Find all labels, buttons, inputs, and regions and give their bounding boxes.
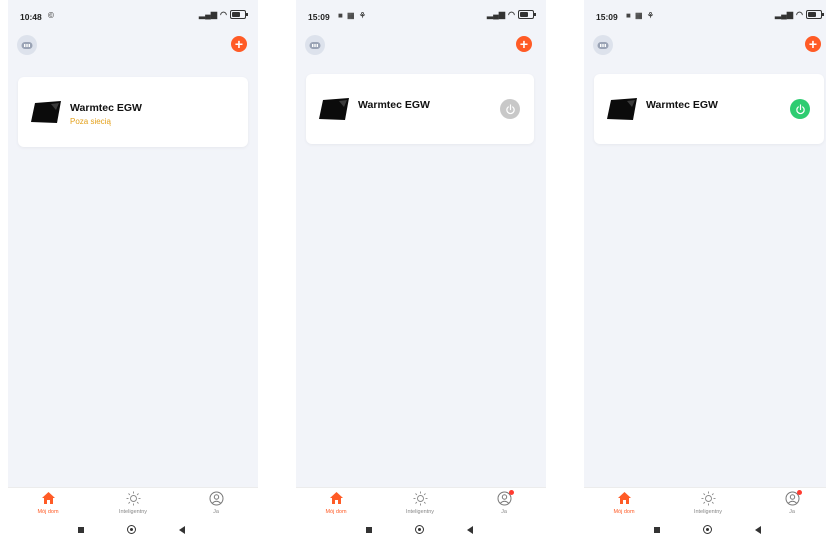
add-device-button[interactable]: +	[516, 36, 532, 52]
home-button[interactable]	[415, 525, 424, 534]
tab-label: Ja	[789, 509, 795, 515]
home-avatar-button[interactable]	[593, 35, 613, 55]
tab-my-home[interactable]: Mój dom	[594, 491, 654, 515]
sun-icon	[413, 491, 427, 506]
status-notification-icons: ©	[48, 11, 55, 20]
tab-my-home[interactable]: Mój dom	[306, 491, 366, 515]
system-nav-bar	[584, 520, 826, 538]
add-device-button[interactable]: +	[805, 36, 821, 52]
home-avatar-button[interactable]	[305, 35, 325, 55]
status-bar: 15:09 ■ ▦ ⚘ ▂▄▆ ◠	[296, 8, 546, 24]
tab-label: Ja	[213, 509, 219, 515]
home-icon	[617, 492, 631, 504]
device-thumbnail	[319, 98, 349, 120]
bottom-tab-bar: Mój dom Inteligentny Ja	[296, 487, 546, 520]
device-thumbnail	[31, 101, 61, 123]
battery-icon	[230, 10, 248, 19]
home-avatar-button[interactable]	[17, 35, 37, 55]
status-notification-icons: ■ ▦ ⚘	[338, 11, 368, 20]
status-right-icons: ▂▄▆ ◠	[199, 10, 248, 19]
recent-apps-button[interactable]	[366, 527, 372, 533]
home-icon	[329, 492, 343, 504]
battery-icon	[518, 10, 536, 19]
tab-me[interactable]: Ja	[474, 490, 534, 515]
tab-label: Inteligentny	[693, 509, 723, 515]
tab-label: Inteligentny	[405, 509, 435, 515]
status-right-icons: ▂▄▆ ◠	[775, 10, 824, 19]
phone-screen-2: 15:09 ■ ▦ ⚘ ▂▄▆ ◠ + Warmtec EGW Mój dom …	[296, 0, 546, 538]
back-button[interactable]	[467, 526, 473, 534]
screenshot-stage: 10:48 © ▂▄▆ ◠ + Warmtec EGW Poza siecią …	[0, 0, 826, 538]
status-bar: 15:09 ■ ▦ ⚘ ▂▄▆ ◠	[584, 8, 826, 24]
status-time: 15:09	[308, 12, 330, 22]
bottom-tab-bar: Mój dom Inteligentny Ja	[584, 487, 826, 520]
recent-apps-button[interactable]	[78, 527, 84, 533]
system-nav-bar	[296, 520, 546, 538]
home-button[interactable]	[127, 525, 136, 534]
sun-icon	[126, 491, 140, 506]
sun-icon	[701, 491, 715, 506]
status-time: 15:09	[596, 12, 618, 22]
home-avatar-icon	[597, 41, 609, 49]
wifi-icon: ◠	[220, 10, 227, 19]
notification-dot	[509, 490, 514, 495]
notification-dot	[797, 490, 802, 495]
tab-smart[interactable]: Inteligentny	[678, 491, 738, 515]
phone-screen-3: 15:09 ■ ▦ ⚘ ▂▄▆ ◠ + Warmtec EGW Mój dom …	[584, 0, 826, 538]
home-avatar-icon	[21, 41, 33, 49]
device-thumbnail	[607, 98, 637, 120]
tab-smart[interactable]: Inteligentny	[390, 491, 450, 515]
device-card[interactable]: Warmtec EGW Poza siecią	[18, 77, 248, 147]
plus-icon: +	[808, 36, 818, 52]
power-toggle-on[interactable]	[790, 99, 810, 119]
home-button[interactable]	[703, 525, 712, 534]
battery-icon	[806, 10, 824, 19]
wifi-icon: ◠	[508, 10, 515, 19]
back-button[interactable]	[755, 526, 761, 534]
device-name: Warmtec EGW	[70, 102, 142, 114]
tab-label: Mój dom	[613, 509, 635, 515]
tab-me[interactable]: Ja	[762, 490, 822, 515]
signal-icon: ▂▄▆	[487, 10, 506, 19]
tab-label: Mój dom	[325, 509, 347, 515]
back-button[interactable]	[179, 526, 185, 534]
system-nav-bar	[8, 520, 258, 538]
signal-icon: ▂▄▆	[775, 10, 794, 19]
device-card[interactable]: Warmtec EGW	[594, 74, 824, 144]
status-right-icons: ▂▄▆ ◠	[487, 10, 536, 19]
device-name: Warmtec EGW	[358, 99, 430, 111]
tab-me[interactable]: Ja	[186, 491, 246, 515]
tab-label: Ja	[501, 509, 507, 515]
device-name: Warmtec EGW	[646, 99, 718, 111]
status-time: 10:48	[20, 12, 42, 22]
home-avatar-icon	[309, 41, 321, 49]
power-icon	[795, 103, 805, 114]
signal-icon: ▂▄▆	[199, 10, 218, 19]
device-status: Poza siecią	[70, 117, 111, 126]
status-notification-icons: ■ ▦ ⚘	[626, 11, 656, 20]
home-icon	[41, 492, 55, 504]
phone-screen-1: 10:48 © ▂▄▆ ◠ + Warmtec EGW Poza siecią …	[8, 0, 258, 538]
wifi-icon: ◠	[796, 10, 803, 19]
tab-my-home[interactable]: Mój dom	[18, 491, 78, 515]
tab-label: Inteligentny	[118, 509, 148, 515]
add-device-button[interactable]: +	[231, 36, 247, 52]
device-card[interactable]: Warmtec EGW	[306, 74, 534, 144]
plus-icon: +	[234, 36, 244, 52]
plus-icon: +	[519, 36, 529, 52]
tab-smart[interactable]: Inteligentny	[103, 491, 163, 515]
status-bar: 10:48 © ▂▄▆ ◠	[8, 8, 258, 24]
tab-label: Mój dom	[37, 509, 59, 515]
recent-apps-button[interactable]	[654, 527, 660, 533]
power-toggle-off[interactable]	[500, 99, 520, 119]
bottom-tab-bar: Mój dom Inteligentny Ja	[8, 487, 258, 520]
user-icon	[209, 491, 223, 506]
power-icon	[505, 103, 515, 114]
